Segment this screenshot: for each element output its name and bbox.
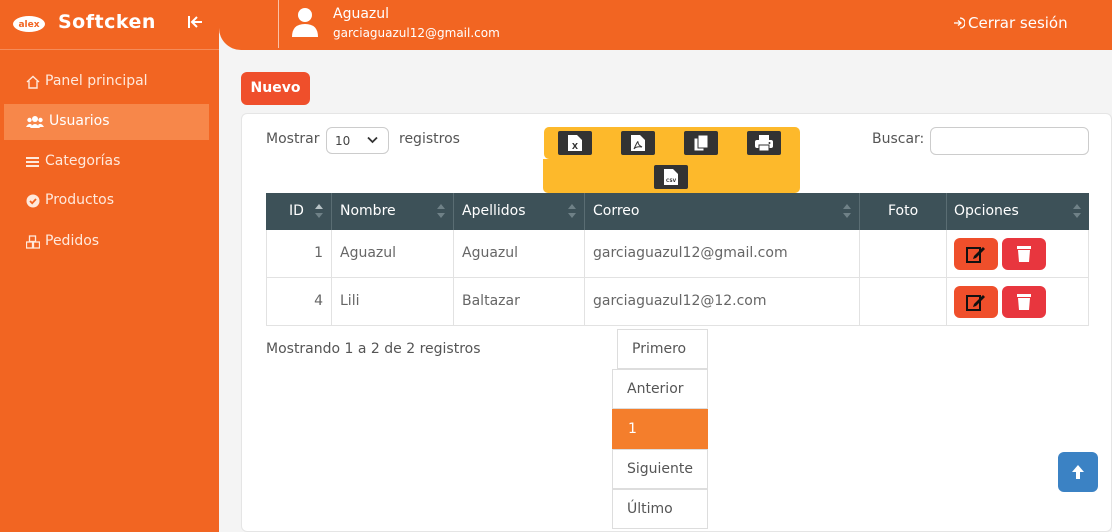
page-size-select[interactable]: 10 (326, 127, 389, 154)
pagination-first[interactable]: Primero (617, 329, 708, 369)
svg-text:CSV: CSV (666, 178, 677, 184)
export-pdf-button[interactable] (621, 131, 655, 155)
sidebar-item-productos[interactable]: Productos (4, 183, 209, 219)
delete-button[interactable] (1002, 238, 1046, 270)
column-header-label: Foto (888, 203, 919, 219)
user-name: Aguazul (333, 6, 390, 22)
brand-header: alex Softcken (0, 0, 219, 50)
pagination-page-1[interactable]: 1 (612, 409, 708, 449)
excel-icon: X (568, 135, 582, 151)
brand-name: Softcken (58, 11, 156, 33)
cell-nombre: Lili (332, 278, 454, 325)
cell-foto (860, 278, 947, 325)
check-circle-icon (26, 194, 40, 208)
cell-correo: garciaguazul12@12.com (585, 278, 860, 325)
new-button[interactable]: Nuevo (241, 72, 310, 105)
cell-id: 1 (267, 230, 332, 277)
sort-icon (1073, 204, 1081, 218)
sort-asc-icon (315, 204, 323, 218)
sidebar-item-panel-principal[interactable]: Panel principal (4, 64, 209, 100)
column-header-label: Apellidos (462, 203, 526, 219)
cell-correo: garciaguazul12@gmail.com (585, 230, 860, 277)
column-header-foto[interactable]: Foto (860, 193, 947, 230)
show-label: Mostrar (266, 131, 320, 147)
sidebar-item-categorias[interactable]: Categorías (4, 144, 209, 180)
column-header-id[interactable]: ID (266, 193, 332, 230)
logout-label: Cerrar sesión (968, 14, 1068, 32)
column-header-correo[interactable]: Correo (585, 193, 860, 230)
pagination-last[interactable]: Último (612, 489, 708, 529)
export-print-button[interactable] (747, 131, 781, 155)
page-size-value: 10 (335, 134, 351, 148)
delete-button[interactable] (1002, 286, 1046, 318)
edit-icon (966, 295, 985, 311)
sidebar-item-label: Pedidos (45, 233, 100, 249)
column-header-opciones[interactable]: Opciones (947, 193, 1089, 230)
column-header-label: Opciones (954, 203, 1019, 219)
search-input[interactable] (930, 127, 1089, 155)
sidebar-item-usuarios[interactable]: Usuarios (4, 104, 209, 140)
table-info: Mostrando 1 a 2 de 2 registros (266, 341, 481, 357)
logo-icon: alex (13, 16, 45, 32)
user-email: garciaguazul12@gmail.com (333, 26, 500, 40)
cell-apellidos: Aguazul (454, 230, 585, 277)
cell-foto (860, 230, 947, 277)
trash-icon (1017, 246, 1031, 262)
edit-icon (966, 247, 985, 263)
cell-id: 4 (267, 278, 332, 325)
column-header-label: Nombre (340, 203, 396, 219)
search-label: Buscar: (872, 131, 925, 147)
edit-button[interactable] (954, 286, 998, 318)
boxes-icon (26, 235, 40, 249)
table-row: 1 Aguazul Aguazul garciaguazul12@gmail.c… (266, 230, 1089, 278)
copy-icon (693, 134, 709, 152)
list-icon (26, 157, 39, 167)
pdf-icon (631, 135, 645, 151)
sidebar-item-label: Panel principal (45, 73, 148, 89)
sidebar-item-label: Usuarios (49, 113, 110, 129)
records-label: registros (399, 131, 460, 147)
sort-icon (568, 204, 576, 218)
users-icon (26, 116, 44, 128)
sort-icon (437, 204, 445, 218)
column-header-nombre[interactable]: Nombre (332, 193, 454, 230)
logo-text: alex (18, 20, 39, 30)
export-copy-button[interactable] (684, 131, 718, 155)
column-header-apellidos[interactable]: Apellidos (454, 193, 585, 230)
table-row: 4 Lili Baltazar garciaguazul12@12.com (266, 278, 1089, 326)
pagination-previous[interactable]: Anterior (612, 369, 708, 409)
scroll-to-top-button[interactable] (1058, 452, 1098, 492)
column-header-label: ID (289, 203, 304, 219)
cell-apellidos: Baltazar (454, 278, 585, 325)
sort-icon (843, 204, 851, 218)
cell-nombre: Aguazul (332, 230, 454, 277)
csv-icon: CSV (664, 169, 678, 185)
trash-icon (1017, 294, 1031, 310)
print-icon (755, 135, 773, 152)
logout-icon (954, 17, 966, 29)
table-header: ID Nombre Apellidos Correo Foto Opciones (266, 193, 1089, 230)
user-icon (292, 8, 318, 37)
sidebar-item-pedidos[interactable]: Pedidos (4, 224, 209, 260)
collapse-sidebar-icon[interactable] (186, 13, 204, 31)
pagination-next[interactable]: Siguiente (612, 449, 708, 489)
chevron-down-icon (367, 136, 378, 144)
sidebar-item-label: Productos (45, 192, 115, 208)
home-icon (26, 75, 40, 89)
topbar: Aguazul garciaguazul12@gmail.com Cerrar … (219, 0, 1112, 50)
divider (278, 0, 279, 48)
export-excel-button[interactable]: X (558, 131, 592, 155)
sidebar-item-label: Categorías (45, 153, 121, 169)
column-header-label: Correo (593, 203, 640, 219)
export-csv-button[interactable]: CSV (654, 165, 688, 189)
svg-text:X: X (572, 142, 579, 151)
sidebar: alex Softcken Panel principal Usuarios C… (0, 0, 219, 532)
arrow-up-icon (1072, 465, 1084, 479)
logout-button[interactable]: Cerrar sesión (953, 14, 1068, 32)
edit-button[interactable] (954, 238, 998, 270)
